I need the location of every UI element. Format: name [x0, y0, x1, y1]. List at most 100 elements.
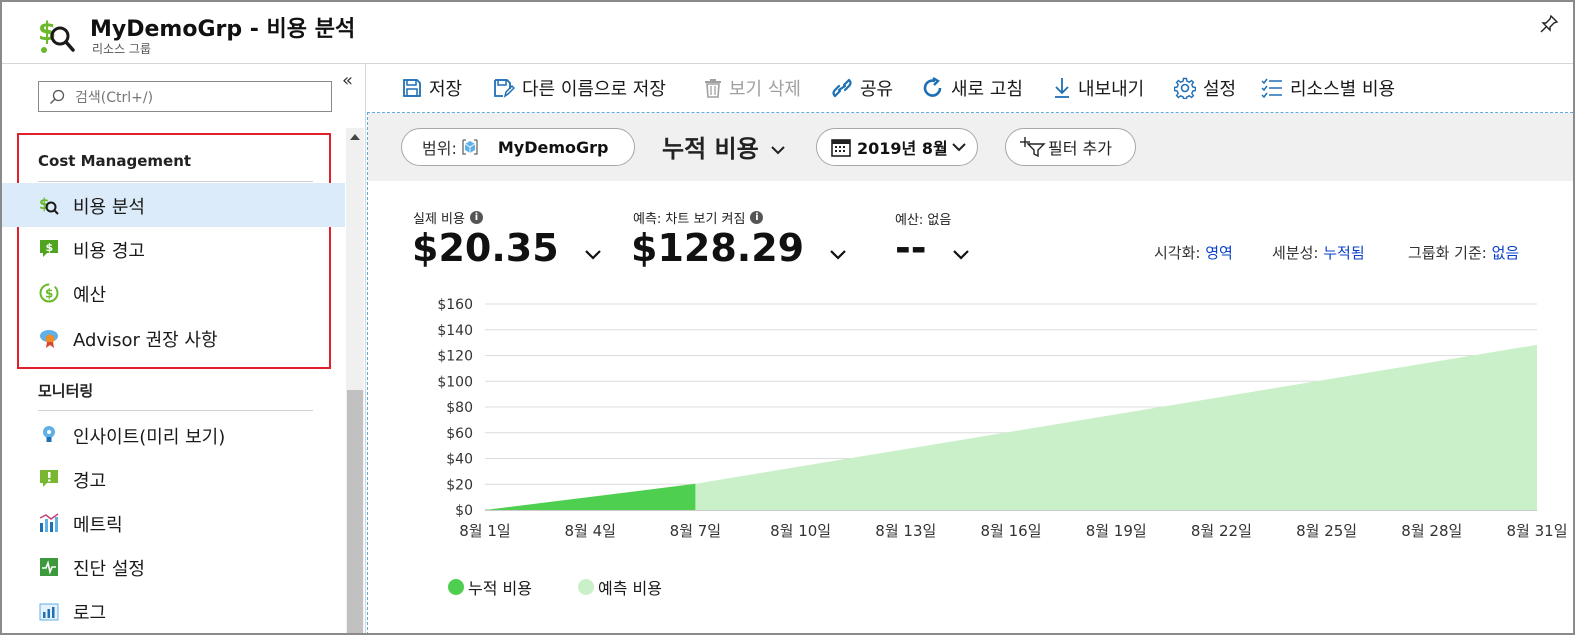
export-label: 내보내기 — [1078, 79, 1145, 100]
chevron-down-icon — [830, 250, 847, 260]
collapse-sidebar-icon[interactable]: « — [342, 70, 353, 91]
x-tick-label: 8월 28일 — [1401, 522, 1462, 540]
cost-alert-icon: $ — [40, 240, 58, 257]
sidebar-item-alerts[interactable]: 경고 — [2, 457, 345, 501]
visualization-label: 시각화: — [1154, 244, 1201, 262]
calendar-icon — [831, 139, 851, 157]
cost-by-resource-button[interactable]: 리소스별 비용 — [1261, 73, 1395, 103]
x-tick-label: 8월 1일 — [459, 522, 510, 540]
x-tick-label: 8월 19일 — [1086, 522, 1147, 540]
info-icon[interactable]: i — [469, 211, 483, 224]
date-picker[interactable]: 2019년 8월 — [816, 128, 978, 166]
checklist-icon — [1261, 78, 1282, 98]
legend-swatch — [578, 579, 594, 595]
diagnostics-icon — [40, 558, 58, 576]
sidebar-item-metrics[interactable]: 메트릭 — [2, 501, 345, 545]
share-button[interactable]: 공유 — [831, 73, 893, 103]
section-title-cost-management: Cost Management — [38, 152, 192, 170]
window-frame: $ MyDemoGrp - 비용 분석 리소스 그룹 검색(Ctrl+/) « … — [0, 0, 1575, 635]
view-selector[interactable]: 누적 비용 — [662, 129, 785, 164]
search-icon — [50, 89, 65, 104]
search-input[interactable]: 검색(Ctrl+/) — [38, 81, 332, 112]
chevron-down-icon — [951, 143, 966, 152]
section-divider — [38, 410, 313, 411]
forecast-label: 예측: 차트 보기 켜짐 i — [633, 208, 764, 227]
sidebar-item-insights[interactable]: 인사이트(미리 보기) — [2, 413, 345, 457]
filter-bar: 범위: MyDemoGrp 누적 비용 2019년 8월 필터 추가 — [368, 113, 1573, 181]
pin-icon[interactable] — [1539, 14, 1559, 34]
sidebar-item-budgets[interactable]: $ 예산 — [2, 271, 345, 315]
sidebar-scrollbar[interactable] — [346, 128, 364, 633]
x-tick-label: 8월 4일 — [564, 522, 615, 540]
forecast-amount: $128.29 — [631, 226, 805, 270]
visualization-option[interactable]: 시각화: 영역 — [1154, 242, 1233, 263]
area-forecast[interactable] — [695, 344, 1537, 510]
link-icon — [832, 78, 852, 98]
delete-view-button[interactable]: 보기 삭제 — [704, 73, 801, 103]
groupby-option[interactable]: 그룹화 기준: 없음 — [1408, 242, 1519, 263]
export-button[interactable]: 내보내기 — [1053, 73, 1144, 103]
granularity-label: 세분성: — [1272, 244, 1319, 262]
legend-item-forecast[interactable]: 예측 비용 — [578, 575, 662, 599]
budget-value[interactable]: -- — [895, 226, 970, 270]
sidebar-item-cost-alerts[interactable]: $ 비용 경고 — [2, 227, 345, 271]
refresh-button[interactable]: 새로 고침 — [922, 73, 1023, 103]
granularity-value[interactable]: 누적됨 — [1323, 244, 1364, 262]
legend-label: 누적 비용 — [468, 579, 532, 598]
chevron-down-icon — [585, 250, 601, 260]
add-filter-button[interactable]: 필터 추가 — [1005, 128, 1136, 166]
sidebar-item-label: 경고 — [73, 471, 107, 492]
forecast-value[interactable]: $128.29 — [631, 226, 847, 270]
save-icon — [403, 79, 421, 97]
refresh-label: 새로 고침 — [951, 79, 1023, 100]
save-as-button[interactable]: 다른 이름으로 저장 — [493, 73, 666, 103]
x-tick-label: 8월 7일 — [670, 522, 721, 540]
view-name: 누적 비용 — [662, 135, 759, 163]
sidebar-item-advisor[interactable]: Advisor 권장 사항 — [2, 316, 345, 360]
groupby-value[interactable]: 없음 — [1492, 244, 1520, 262]
sidebar-item-label: Advisor 권장 사항 — [73, 330, 218, 351]
visualization-value[interactable]: 영역 — [1205, 244, 1233, 262]
settings-button[interactable]: 설정 — [1174, 73, 1236, 103]
budget-icon: $ — [39, 283, 59, 303]
page-title: MyDemoGrp - 비용 분석 — [90, 17, 356, 42]
download-icon — [1055, 78, 1069, 98]
sidebar-item-label: 인사이트(미리 보기) — [73, 427, 226, 448]
actual-cost-label-text: 실제 비용 — [413, 212, 465, 227]
save-button[interactable]: 저장 — [402, 73, 462, 103]
budget-amount: -- — [895, 226, 927, 270]
sidebar-item-label: 예산 — [73, 285, 107, 306]
svg-text:$: $ — [46, 241, 54, 254]
cost-analysis-icon: $ — [39, 195, 59, 215]
sidebar-item-logs[interactable]: 로그 — [2, 589, 345, 633]
sidebar-item-cost-analysis[interactable]: $ 비용 분석 — [2, 183, 345, 227]
x-tick-label: 8월 16일 — [981, 522, 1042, 540]
share-label: 공유 — [860, 79, 894, 100]
insights-icon — [43, 426, 55, 442]
sidebar-item-diagnostics[interactable]: 진단 설정 — [2, 545, 345, 589]
alert-icon — [40, 470, 58, 487]
sidebar-item-label: 진단 설정 — [73, 559, 145, 580]
x-tick-label: 8월 25일 — [1296, 522, 1357, 540]
scope-pill[interactable]: 범위: MyDemoGrp — [401, 128, 635, 166]
chevron-down-icon — [953, 250, 969, 260]
resource-group-icon — [462, 139, 478, 155]
area-accumulated[interactable] — [485, 483, 696, 510]
save-as-label: 다른 이름으로 저장 — [522, 79, 666, 100]
actual-cost-value[interactable]: $20.35 — [412, 226, 602, 270]
actual-cost-label: 실제 비용 i — [413, 208, 483, 227]
legend-item-accumulated[interactable]: 누적 비용 — [448, 575, 532, 599]
info-icon[interactable]: i — [750, 211, 764, 224]
settings-label: 설정 — [1203, 79, 1237, 100]
add-filter-icon — [1020, 137, 1046, 158]
y-tick-label: $0 — [455, 503, 473, 519]
y-tick-label: $20 — [446, 477, 473, 493]
command-bar: 저장 다른 이름으로 저장 보기 삭제 공유 새로 고침 내보내기 설정 리소스… — [367, 64, 1573, 112]
scope-label: 범위: — [422, 139, 457, 158]
granularity-option[interactable]: 세분성: 누적됨 — [1272, 242, 1365, 263]
groupby-label: 그룹화 기준: — [1408, 244, 1487, 262]
save-label: 저장 — [429, 79, 463, 100]
forecast-label-text: 예측: 차트 보기 켜짐 — [633, 212, 746, 227]
scrollbar-thumb[interactable] — [347, 390, 363, 633]
scroll-up-arrow-icon[interactable] — [350, 134, 360, 140]
